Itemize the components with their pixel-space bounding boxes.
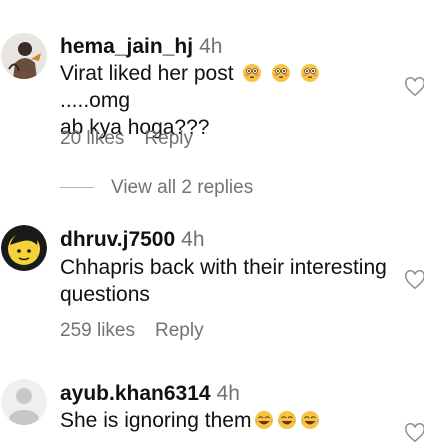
avatar-image — [1, 225, 47, 271]
laughing-face-icon — [255, 411, 274, 429]
comment-meta: 259 likes Reply — [60, 320, 204, 342]
view-replies-button[interactable]: View all 2 replies — [60, 177, 360, 199]
heart-icon[interactable] — [404, 76, 424, 98]
timestamp: 4h — [181, 228, 205, 251]
replies-divider — [60, 187, 94, 188]
comment-text: Chhapris back with their interesting que… — [60, 256, 387, 306]
comment-header: hema_jain_hj 4h — [60, 35, 222, 59]
laughing-face-icon — [278, 411, 297, 429]
heart-icon[interactable] — [404, 269, 424, 291]
comment-text-main: She is ignoring them — [60, 409, 252, 432]
default-avatar-icon — [1, 379, 47, 425]
flushed-face-icon — [243, 64, 262, 82]
reply-button[interactable]: Reply — [155, 320, 204, 341]
reply-button[interactable]: Reply — [144, 128, 193, 149]
username[interactable]: dhruv.j7500 — [60, 228, 175, 251]
comment-header: dhruv.j7500 4h — [60, 228, 205, 252]
comment-text: She is ignoring them — [60, 407, 390, 434]
timestamp: 4h — [199, 35, 223, 58]
likes-count[interactable]: 20 likes — [60, 128, 124, 149]
avatar[interactable] — [1, 33, 47, 79]
username[interactable]: ayub.khan6314 — [60, 382, 211, 405]
comment-header: ayub.khan6314 4h — [60, 382, 240, 406]
flushed-face-icon — [272, 64, 291, 82]
avatar[interactable] — [1, 225, 47, 271]
comment-meta: 20 likes Reply — [60, 128, 193, 150]
avatar-image — [1, 33, 47, 79]
laughing-face-icon — [301, 411, 320, 429]
comment-text-tail: .....omg — [60, 89, 131, 112]
comment-text-main: Virat liked her post — [60, 62, 234, 85]
heart-icon[interactable] — [404, 422, 424, 444]
username[interactable]: hema_jain_hj — [60, 35, 193, 58]
flushed-face-icon — [301, 64, 320, 82]
likes-count[interactable]: 259 likes — [60, 320, 135, 341]
avatar[interactable] — [1, 379, 47, 425]
view-replies-label: View all 2 replies — [111, 177, 254, 198]
timestamp: 4h — [216, 382, 240, 405]
